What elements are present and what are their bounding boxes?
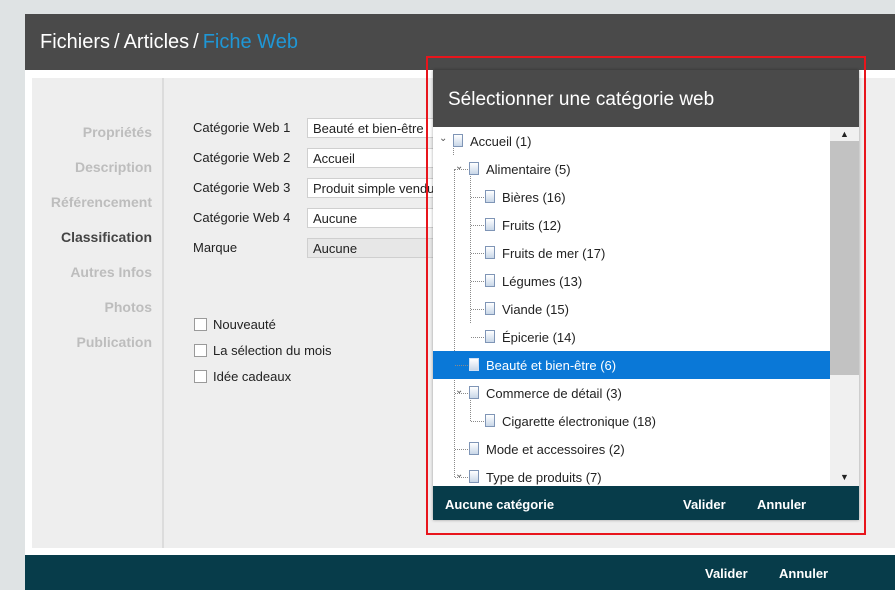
no-category-button[interactable]: Aucune catégorie	[445, 497, 554, 512]
label-categorie-web-4: Catégorie Web 4	[193, 210, 291, 225]
breadcrumb: Fichiers / Articles / Fiche Web	[40, 31, 298, 54]
tree-item[interactable]: Viande (15)	[433, 295, 830, 323]
tree-connector	[471, 309, 484, 310]
tree-item-label: Alimentaire (5)	[486, 162, 571, 177]
checkbox-idee-cadeaux[interactable]: Idée cadeaux	[194, 369, 291, 384]
category-dialog: Sélectionner une catégorie web ⌄ Accueil …	[433, 70, 859, 520]
expand-chevron-icon[interactable]: ⌄	[455, 469, 463, 480]
nav-item-photos[interactable]: Photos	[105, 299, 152, 315]
checkbox-label: La sélection du mois	[213, 343, 332, 358]
tree-item[interactable]: Fruits de mer (17)	[433, 239, 830, 267]
tree-item[interactable]: Cigarette électronique (18)	[433, 407, 830, 435]
label-categorie-web-1: Catégorie Web 1	[193, 120, 291, 135]
validate-button[interactable]: Valider	[705, 566, 748, 581]
label-marque: Marque	[193, 240, 238, 255]
section-nav: Propriétés Description Référencement Cla…	[32, 78, 164, 548]
nav-item-referencement[interactable]: Référencement	[51, 194, 152, 210]
tree-scrollbar[interactable]: ▲ ▼	[830, 127, 859, 486]
tree-item-label: Bières (16)	[502, 190, 566, 205]
document-icon	[469, 162, 479, 175]
document-icon	[485, 414, 495, 427]
checkbox-label: Nouveauté	[213, 317, 276, 332]
breadcrumb-separator: /	[114, 31, 120, 53]
document-icon	[453, 134, 463, 147]
expand-chevron-icon[interactable]: ⌄	[455, 385, 463, 396]
nav-item-autres-infos[interactable]: Autres Infos	[70, 264, 152, 280]
tree-item-label: Fruits (12)	[502, 218, 562, 233]
scroll-thumb[interactable]	[830, 141, 859, 375]
tree-connector	[471, 225, 484, 226]
tree-connector	[471, 281, 484, 282]
breadcrumb-separator: /	[193, 31, 199, 53]
tree-connector	[471, 253, 484, 254]
tree-item-label: Type de produits (7)	[486, 470, 602, 485]
expand-chevron-icon[interactable]: ⌄	[439, 133, 447, 144]
document-icon	[485, 302, 495, 315]
tree-connector	[471, 421, 484, 422]
document-icon	[485, 218, 495, 231]
scroll-down-icon[interactable]: ▼	[830, 470, 859, 484]
page-footer: Valider Annuler	[25, 555, 895, 590]
tree-item[interactable]: Mode et accessoires (2)	[433, 435, 830, 463]
checkbox-box[interactable]	[194, 318, 207, 331]
label-categorie-web-3: Catégorie Web 3	[193, 180, 291, 195]
dialog-title: Sélectionner une catégorie web	[433, 70, 859, 127]
tree-item[interactable]: ⌄ Commerce de détail (3)	[433, 379, 830, 407]
tree-item-label: Viande (15)	[502, 302, 569, 317]
dialog-cancel-button[interactable]: Annuler	[757, 497, 806, 512]
dialog-validate-button[interactable]: Valider	[683, 497, 726, 512]
nav-item-proprietes[interactable]: Propriétés	[83, 124, 152, 140]
breadcrumb-fichiers[interactable]: Fichiers	[40, 31, 110, 53]
tree-item-label: Beauté et bien-être (6)	[486, 358, 617, 373]
tree-item-label: Légumes (13)	[502, 274, 583, 289]
tree-item[interactable]: Épicerie (14)	[433, 323, 830, 351]
label-categorie-web-2: Catégorie Web 2	[193, 150, 291, 165]
checkbox-label: Idée cadeaux	[213, 369, 292, 384]
category-tree: ⌄ Accueil (1) ⌄ Alimentaire (5) Bières (16) F…	[433, 127, 830, 486]
tree-item[interactable]: ⌄ Alimentaire (5)	[433, 155, 830, 183]
document-icon	[469, 386, 479, 399]
document-icon	[485, 190, 495, 203]
tree-connector	[455, 365, 468, 366]
nav-item-classification[interactable]: Classification	[61, 229, 152, 245]
tree-item[interactable]: Bières (16)	[433, 183, 830, 211]
tree-item[interactable]: ⌄ Accueil (1)	[433, 127, 830, 155]
tree-connector	[471, 197, 484, 198]
document-icon	[485, 246, 495, 259]
cancel-button[interactable]: Annuler	[779, 566, 828, 581]
checkbox-box[interactable]	[194, 370, 207, 383]
tree-connector	[455, 449, 468, 450]
tree-item[interactable]: Légumes (13)	[433, 267, 830, 295]
document-icon	[469, 470, 479, 483]
expand-chevron-icon[interactable]: ⌄	[455, 161, 463, 172]
scroll-up-icon[interactable]: ▲	[830, 127, 859, 141]
tree-item-label: Épicerie (14)	[502, 330, 576, 345]
tree-item[interactable]: ⌄ Type de produits (7)	[433, 463, 830, 486]
tree-item[interactable]: Fruits (12)	[433, 211, 830, 239]
nav-item-description[interactable]: Description	[75, 159, 152, 175]
tree-item-label: Mode et accessoires (2)	[486, 442, 625, 457]
checkbox-nouveaute[interactable]: Nouveauté	[194, 317, 276, 332]
tree-item-label: Cigarette électronique (18)	[502, 414, 656, 429]
tree-item-label: Accueil (1)	[470, 134, 532, 149]
checkbox-selection-du-mois[interactable]: La sélection du mois	[194, 343, 332, 358]
breadcrumb-current: Fiche Web	[202, 31, 298, 53]
dialog-footer: Aucune catégorie Valider Annuler	[433, 486, 859, 520]
tree-connector	[471, 337, 484, 338]
tree-item[interactable]: Beauté et bien-être (6)	[433, 351, 830, 379]
document-icon	[485, 274, 495, 287]
breadcrumb-articles[interactable]: Articles	[124, 31, 190, 53]
document-icon	[469, 442, 479, 455]
document-icon	[485, 330, 495, 343]
tree-item-label: Commerce de détail (3)	[486, 386, 622, 401]
nav-item-publication[interactable]: Publication	[77, 334, 152, 350]
document-icon	[469, 358, 479, 371]
tree-item-label: Fruits de mer (17)	[502, 246, 606, 261]
checkbox-box[interactable]	[194, 344, 207, 357]
